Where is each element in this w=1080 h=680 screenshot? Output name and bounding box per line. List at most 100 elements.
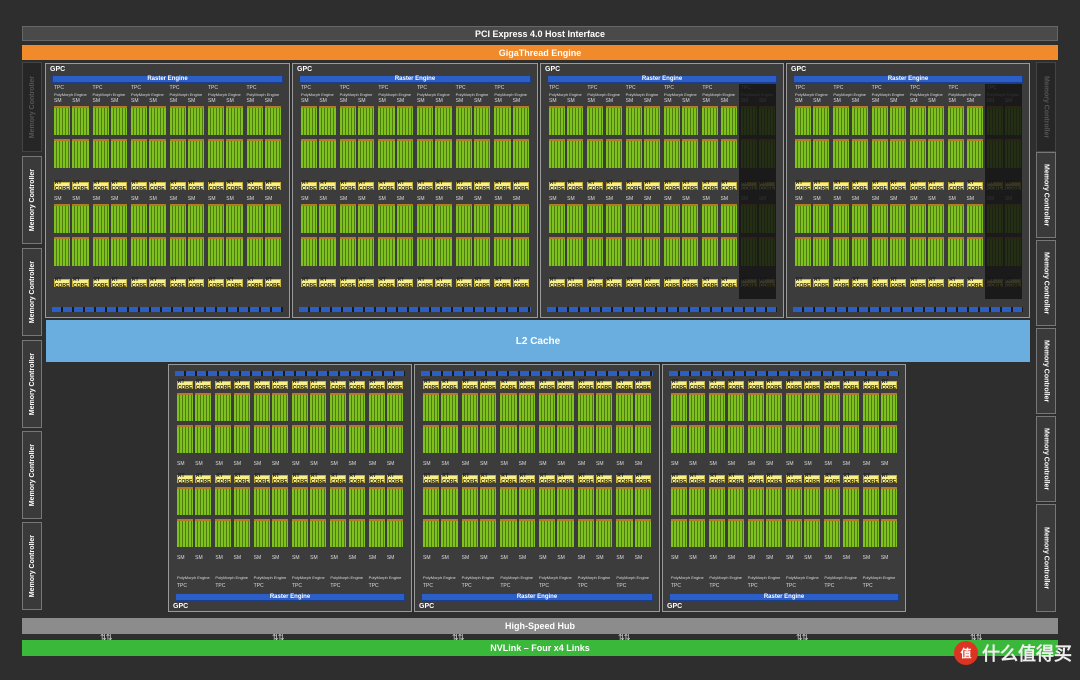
polymorph-engine-label: PolyMorph Engine xyxy=(301,92,334,97)
cuda-core-block xyxy=(518,424,535,454)
sm-label: SM xyxy=(842,461,851,467)
cuda-core-block xyxy=(889,203,906,233)
sm-label: SM xyxy=(671,555,679,561)
rt-core: RT CORE xyxy=(264,179,281,192)
sm-label: SM xyxy=(804,461,812,467)
sm-label: SM xyxy=(664,195,672,202)
tpc-label: TPC xyxy=(795,85,805,91)
rt-core: RT CORE xyxy=(643,179,660,192)
sm-label: SM xyxy=(264,195,273,202)
sm-label: SM xyxy=(634,555,643,561)
cuda-core-block xyxy=(720,236,737,266)
memory-controller: Memory Controller xyxy=(1036,240,1056,326)
sm-label: SM xyxy=(330,555,338,561)
cuda-core-block xyxy=(616,424,633,454)
cuda-core-block xyxy=(177,487,194,516)
cuda-core-block xyxy=(539,393,556,422)
tpc-label: TPC xyxy=(417,85,427,91)
sm-label: SM xyxy=(702,195,710,202)
sm-label: SM xyxy=(348,461,357,467)
cuda-core-block xyxy=(368,518,385,548)
cuda-core-block xyxy=(441,518,458,548)
memory-controller: Memory Controller xyxy=(22,62,42,152)
cuda-core-block xyxy=(795,236,812,266)
sm-label: SM xyxy=(577,461,586,467)
rt-core: RT CORE xyxy=(880,473,897,485)
rt-core: RT CORE xyxy=(605,179,622,192)
sm-label: SM xyxy=(727,461,736,467)
rt-core: RT CORE xyxy=(195,473,212,485)
rt-core: RT CORE xyxy=(131,277,148,290)
sm-label: SM xyxy=(786,461,794,467)
sm-label: SM xyxy=(208,98,216,104)
rt-core: RT CORE xyxy=(689,473,706,485)
rt-core: RT CORE xyxy=(169,179,186,192)
cuda-core-block xyxy=(461,393,478,422)
sm-label: SM xyxy=(539,461,547,467)
cuda-core-block xyxy=(889,106,906,136)
cuda-core-block xyxy=(587,203,604,233)
sm-label: SM xyxy=(435,195,443,202)
rt-core: RT CORE xyxy=(423,473,440,485)
cuda-core-block xyxy=(310,424,327,454)
cuda-core-block xyxy=(851,106,868,136)
rt-core: RT CORE xyxy=(862,379,879,391)
rt-core: RT CORE xyxy=(253,473,270,485)
sm-label: SM xyxy=(271,461,280,467)
rt-core: RT CORE xyxy=(813,277,830,290)
cuda-core-block xyxy=(423,393,440,422)
cuda-core-block xyxy=(824,393,841,422)
rt-core: RT CORE xyxy=(348,473,365,485)
polymorph-engine-label: PolyMorph Engine xyxy=(494,92,528,97)
rt-core: RT CORE xyxy=(518,473,535,485)
rt-core: RT CORE xyxy=(616,473,633,485)
cuda-core-block xyxy=(226,106,243,136)
polymorph-engine-label: PolyMorph Engine xyxy=(871,92,905,97)
memory-controller-label: Memory Controller xyxy=(1042,427,1050,491)
l1-cache-strip xyxy=(669,371,899,376)
cuda-core-block xyxy=(208,139,225,169)
cuda-core-block xyxy=(378,106,395,136)
sm-label: SM xyxy=(441,555,449,561)
cuda-core-block xyxy=(54,203,71,233)
cuda-core-block xyxy=(786,518,803,548)
cuda-core-block xyxy=(567,139,584,169)
sm-label: SM xyxy=(233,461,242,467)
rt-core: RT CORE xyxy=(889,179,906,192)
memory-controller-label: Memory Controller xyxy=(28,443,36,507)
cuda-core-block xyxy=(264,203,281,233)
cuda-core-block xyxy=(577,393,594,422)
cuda-core-block xyxy=(368,487,385,516)
rt-core: RT CORE xyxy=(226,179,243,192)
sm-label: SM xyxy=(417,195,425,202)
cuda-core-block xyxy=(110,236,127,266)
cuda-core-block xyxy=(54,106,71,136)
rt-core: RT CORE xyxy=(605,277,622,290)
rt-core: RT CORE xyxy=(461,379,478,391)
tpc-label: TPC xyxy=(539,583,549,589)
cuda-core-block xyxy=(423,518,440,548)
rt-core: RT CORE xyxy=(339,179,356,192)
cuda-core-block xyxy=(720,203,737,233)
sm-label: SM xyxy=(441,461,449,467)
cuda-core-block xyxy=(910,106,927,136)
sm-label: SM xyxy=(862,555,871,561)
cuda-core-block xyxy=(187,106,204,136)
sm-label: SM xyxy=(226,195,234,202)
cuda-core-block xyxy=(386,518,403,548)
tpc-label: TPC xyxy=(910,85,920,91)
polymorph-engine-label: PolyMorph Engine xyxy=(664,92,697,97)
sm-label: SM xyxy=(187,195,196,202)
cuda-core-block xyxy=(625,236,642,266)
memory-controller: Memory Controller xyxy=(22,340,42,428)
cuda-core-block xyxy=(110,106,127,136)
rt-core: RT CORE xyxy=(948,179,965,192)
gpc: GPC Raster Engine TPC PolyMorph Engine SM RT … xyxy=(662,364,906,612)
memory-controller-label: Memory Controller xyxy=(28,352,36,416)
tpc-label: TPC xyxy=(616,583,627,589)
rt-core: RT CORE xyxy=(910,179,927,192)
cuda-core-block xyxy=(804,487,821,516)
sm-label: SM xyxy=(110,98,119,104)
rt-core: RT CORE xyxy=(577,379,594,391)
rt-core: RT CORE xyxy=(455,179,472,192)
